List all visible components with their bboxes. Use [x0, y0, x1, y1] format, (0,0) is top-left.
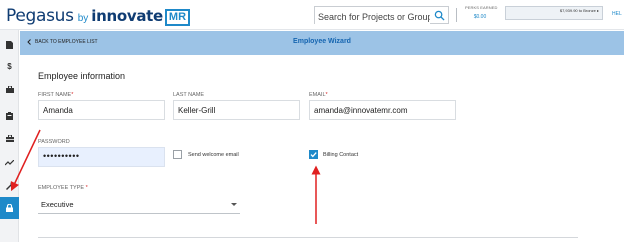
divider [456, 8, 457, 22]
top-bar: Pegasus by innovate MR PERKS EARNED $0.0… [0, 0, 624, 30]
employee-type-label: EMPLOYEE TYPE * [38, 185, 88, 191]
logo-by-text: by [77, 13, 89, 24]
bag-icon [5, 134, 14, 142]
clipboard-icon [6, 112, 13, 120]
sidebar-item-tools[interactable] [0, 177, 19, 195]
logo-mr-badge: MR [164, 9, 191, 26]
search-box[interactable] [314, 6, 449, 25]
employee-type-select[interactable]: Executive [38, 195, 240, 214]
checkmark-icon [310, 152, 317, 158]
document-icon [6, 41, 13, 49]
briefcase-icon [5, 85, 14, 93]
divider [38, 237, 578, 238]
last-name-label: LAST NAME [173, 92, 205, 98]
last-name-field[interactable]: Keller-Grill [173, 100, 300, 120]
sidebar-item-reports[interactable] [0, 107, 19, 125]
password-field[interactable]: •••••••••• [38, 147, 165, 167]
rewards-progress-bar[interactable]: $7,939.90 to Bronze ▸ [505, 6, 603, 20]
sidebar-item-security[interactable] [0, 197, 19, 219]
first-name-label: FIRST NAME* [38, 92, 74, 98]
first-name-field[interactable]: Amanda [38, 100, 165, 120]
wizard-header: BACK TO EMPLOYEE LIST Employee Wizard [20, 31, 624, 55]
trend-chart-icon [5, 160, 14, 166]
progress-text: $7,939.90 to Bronze ▸ [559, 8, 599, 13]
employee-type-value: Executive [41, 200, 74, 209]
page-title: Employee Wizard [293, 38, 351, 45]
logo-innovate-text: innovate [91, 7, 163, 25]
billing-contact-checkbox[interactable] [309, 150, 318, 159]
password-label: PASSWORD [38, 139, 70, 145]
perks-earned: PERKS EARNED $0.00 [465, 5, 498, 20]
perks-value: $0.00 [473, 14, 487, 20]
chevron-down-icon [231, 203, 237, 206]
billing-contact-label: Billing Contact [323, 152, 359, 158]
section-title: Employee information [38, 71, 126, 81]
sidebar-item-analytics[interactable] [0, 154, 19, 172]
sidebar-item-suppliers[interactable] [0, 129, 19, 147]
email-field[interactable]: amanda@innovatemr.com [309, 100, 456, 120]
dollar-icon: $ [7, 61, 12, 71]
search-input[interactable] [315, 9, 430, 25]
lock-icon [6, 204, 13, 212]
help-link[interactable]: HEL [612, 11, 622, 17]
perks-label: PERKS EARNED [465, 5, 498, 10]
sidebar: $ [0, 30, 19, 242]
email-label: EMAIL* [309, 92, 328, 98]
send-welcome-email-label: Send welcome email [188, 152, 239, 158]
sidebar-item-billing[interactable]: $ [0, 57, 19, 75]
pegasus-logo[interactable]: Pegasus by innovate MR [6, 6, 191, 27]
tools-icon [6, 182, 14, 190]
sidebar-item-documents[interactable] [0, 36, 19, 54]
send-welcome-email-checkbox[interactable] [173, 150, 182, 159]
search-icon[interactable] [434, 10, 445, 21]
logo-pegasus-text: Pegasus [6, 6, 74, 26]
sidebar-item-projects[interactable] [0, 80, 19, 98]
